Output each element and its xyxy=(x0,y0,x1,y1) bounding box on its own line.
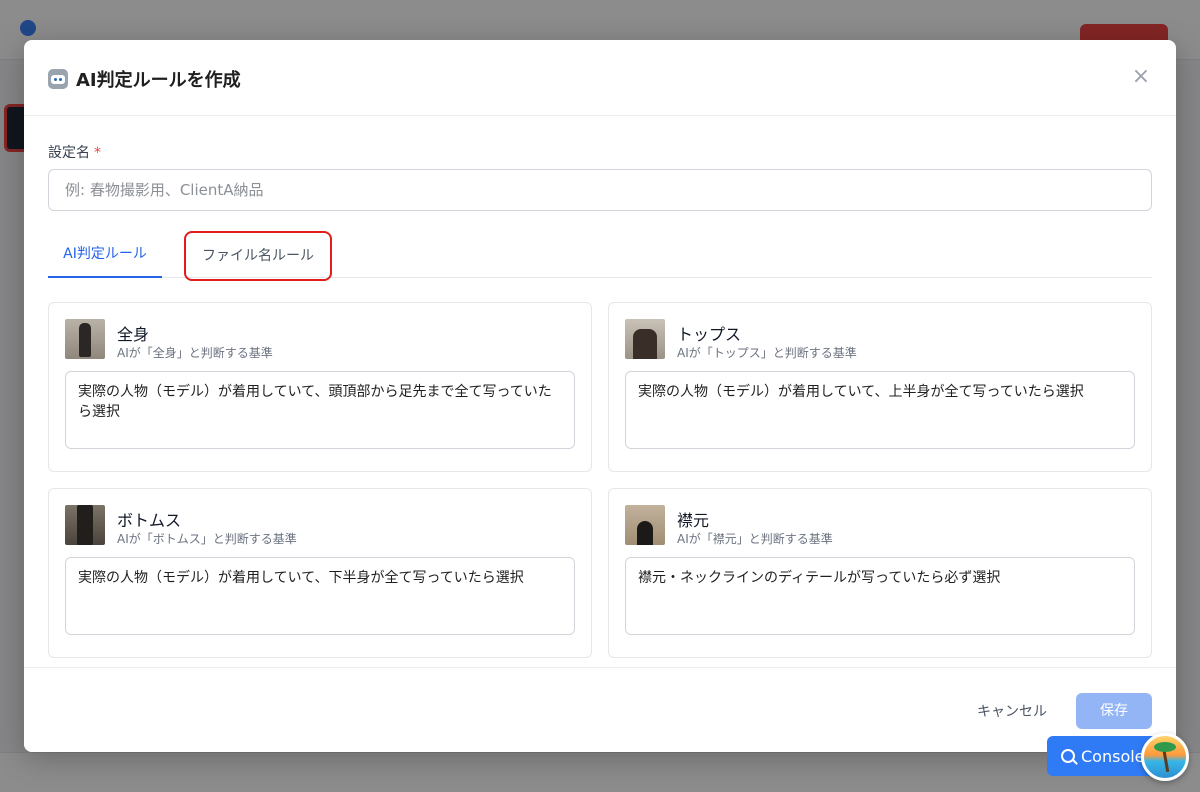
rule-tabs: AI判定ルール ファイル名ルール xyxy=(48,230,1152,281)
collar-thumbnail xyxy=(625,505,665,545)
create-rule-modal: AI判定ルールを作成 × 設定名* AI判定ルール ファイル名ルール 全身 AI… xyxy=(24,40,1176,752)
close-icon[interactable]: × xyxy=(1130,66,1152,88)
rule-card-title: 襟元 xyxy=(677,511,710,530)
robot-icon xyxy=(48,69,68,89)
setting-name-label-text: 設定名 xyxy=(48,145,90,161)
rule-criteria-textarea[interactable]: 襟元・ネックラインのディテールが写っていたら必ず選択 xyxy=(625,557,1135,635)
save-button[interactable]: 保存 xyxy=(1076,693,1152,729)
rule-card-bottoms: ボトムス AIが「ボトムス」と判断する基準 実際の人物（モデル）が着用していて、… xyxy=(48,488,592,658)
rule-cards: 全身 AIが「全身」と判断する基準 実際の人物（モデル）が着用していて、頭頂部か… xyxy=(48,302,1152,668)
tab-filename-rules[interactable]: ファイル名ルール xyxy=(184,231,332,281)
rule-card-tops: トップス AIが「トップス」と判断する基準 実際の人物（モデル）が着用していて、… xyxy=(608,302,1152,472)
magnifier-icon xyxy=(1061,749,1075,763)
rule-card-subtitle: AIが「トップス」と判断する基準 xyxy=(677,346,857,360)
rule-card-title: 全身 xyxy=(117,325,150,344)
modal-title: AI判定ルールを作成 xyxy=(48,66,241,92)
rule-criteria-textarea[interactable]: 実際の人物（モデル）が着用していて、下半身が全て写っていたら選択 xyxy=(65,557,575,635)
rule-card-title: ボトムス xyxy=(117,511,182,530)
rule-criteria-textarea[interactable]: 実際の人物（モデル）が着用していて、上半身が全て写っていたら選択 xyxy=(625,371,1135,449)
rule-card-subtitle: AIが「ボトムス」と判断する基準 xyxy=(117,532,297,546)
full-body-thumbnail xyxy=(65,319,105,359)
modal-header: AI判定ルールを作成 × xyxy=(24,40,1176,116)
tops-thumbnail xyxy=(625,319,665,359)
rule-card-full-body: 全身 AIが「全身」と判断する基準 実際の人物（モデル）が着用していて、頭頂部か… xyxy=(48,302,592,472)
tab-ai-rules[interactable]: AI判定ルール xyxy=(48,230,162,278)
rule-card-subtitle: AIが「襟元」と判断する基準 xyxy=(677,532,833,546)
rule-criteria-textarea[interactable]: 実際の人物（モデル）が着用していて、頭頂部から足先まで全て写っていたら選択 xyxy=(65,371,575,449)
setting-name-input[interactable] xyxy=(48,169,1152,211)
rule-card-title: トップス xyxy=(677,325,742,344)
required-mark: * xyxy=(94,145,101,161)
modal-title-text: AI判定ルールを作成 xyxy=(76,70,241,91)
cancel-button[interactable]: キャンセル xyxy=(964,694,1060,730)
rule-card-collar: 襟元 AIが「襟元」と判断する基準 襟元・ネックラインのディテールが写っていたら… xyxy=(608,488,1152,658)
bottoms-thumbnail xyxy=(65,505,105,545)
rule-card-subtitle: AIが「全身」と判断する基準 xyxy=(117,346,273,360)
setting-name-label: 設定名 * xyxy=(48,142,101,162)
beach-avatar-icon[interactable] xyxy=(1141,733,1189,781)
console-label: Console xyxy=(1081,746,1145,766)
modal-footer: キャンセル 保存 xyxy=(24,667,1176,752)
